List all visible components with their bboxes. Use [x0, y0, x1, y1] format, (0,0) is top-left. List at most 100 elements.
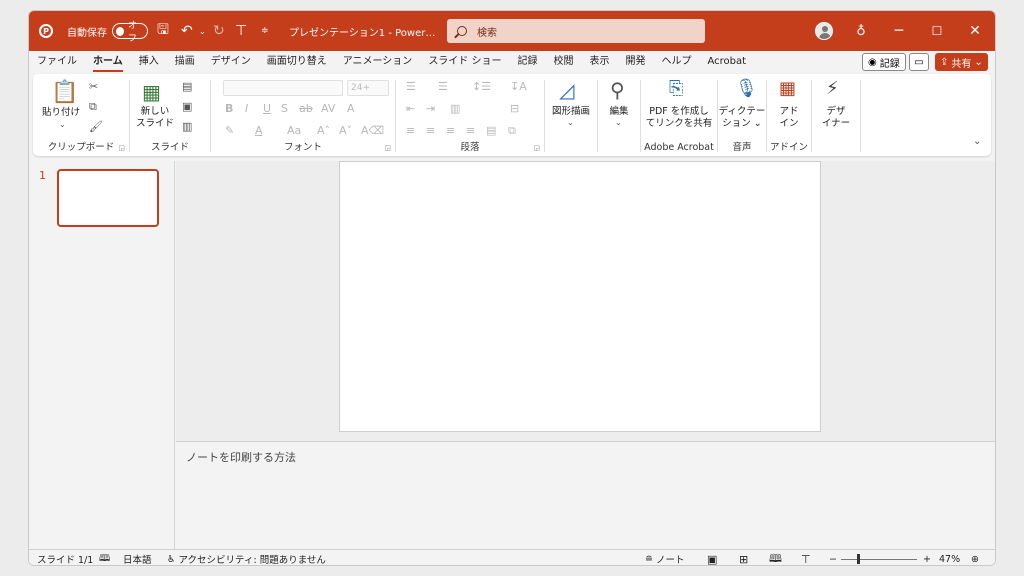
line-spacing-icon[interactable]: ↕☰	[472, 80, 491, 93]
language-indicator[interactable]: 日本語	[123, 552, 152, 565]
strikethrough-icon[interactable]: ab	[299, 102, 313, 115]
maximize-button[interactable]: ☐	[919, 11, 955, 51]
tab-view[interactable]: 表示	[582, 51, 618, 73]
increase-indent-icon[interactable]: ⇥	[426, 102, 435, 115]
highlight-icon[interactable]: ✎	[225, 124, 234, 137]
close-button[interactable]: ✕	[957, 11, 993, 51]
tab-review[interactable]: 校閲	[546, 51, 582, 73]
align-right-icon[interactable]: ≡	[446, 124, 455, 137]
notes-toggle[interactable]: ≘ ノート	[645, 552, 684, 566]
increase-font-icon[interactable]: A˄	[317, 124, 330, 137]
tab-file[interactable]: ファイル	[29, 51, 85, 73]
zoom-out-button[interactable]: −	[829, 552, 837, 565]
decrease-indent-icon[interactable]: ⇤	[406, 102, 415, 115]
fit-to-window-icon[interactable]: ⊕	[971, 552, 979, 565]
tab-draw[interactable]: 描画	[167, 51, 203, 73]
align-left-icon[interactable]: ≡	[406, 124, 415, 137]
slide-thumbnail[interactable]	[57, 169, 159, 227]
slide-canvas[interactable]	[339, 161, 821, 432]
edit-dropdown-icon[interactable]: ⌄	[615, 118, 622, 127]
addins-icon[interactable]: ▦	[779, 78, 796, 99]
document-title[interactable]: プレゼンテーション1 - Power…	[289, 11, 435, 51]
shapes-button[interactable]: 図形描画	[545, 106, 597, 118]
change-case-icon[interactable]: A	[347, 102, 355, 115]
columns-icon[interactable]: ▥	[450, 102, 460, 115]
accessibility-indicator[interactable]: ♿ アクセシビリティ: 問題ありません	[167, 552, 326, 566]
account-avatar[interactable]	[815, 22, 833, 40]
font-name-combo[interactable]	[223, 80, 343, 96]
designer-button[interactable]: デザ イナー	[812, 106, 860, 130]
tab-slideshow[interactable]: スライド ショー	[420, 51, 509, 73]
new-slide-icon[interactable]: ▦	[142, 80, 161, 104]
create-pdf-button[interactable]: PDF を作成し てリンクを共有	[641, 106, 717, 130]
decrease-font-icon[interactable]: A˅	[339, 124, 352, 137]
font-expander-icon[interactable]: ◲	[384, 144, 391, 152]
record-button[interactable]: ◉ 記録	[862, 53, 906, 71]
tab-acrobat[interactable]: Acrobat	[700, 51, 755, 73]
clear-formatting-icon[interactable]: A⌫	[361, 124, 384, 137]
search-box[interactable]: 検索	[447, 19, 705, 43]
designer-icon[interactable]: ⚡	[826, 78, 839, 99]
lightbulb-icon[interactable]: ♁	[843, 11, 879, 51]
section-icon[interactable]: ▥	[182, 120, 192, 133]
zoom-slider-track[interactable]	[841, 559, 917, 560]
pdf-share-icon[interactable]: ⎘	[669, 78, 683, 99]
new-slide-button[interactable]: 新しい スライド	[132, 106, 178, 130]
slide-indicator[interactable]: スライド 1/1	[37, 552, 93, 565]
tab-help[interactable]: ヘルプ	[654, 51, 700, 73]
tab-insert[interactable]: 挿入	[131, 51, 167, 73]
collapse-ribbon-icon[interactable]: ⌄	[973, 136, 981, 147]
edit-button[interactable]: 編集	[598, 106, 640, 118]
normal-view-icon[interactable]: ▣	[707, 552, 717, 566]
zoom-in-button[interactable]: +	[923, 552, 931, 565]
justify-icon[interactable]: ≡	[466, 124, 475, 137]
smartart-icon[interactable]: ⧉	[508, 124, 516, 138]
format-painter-icon[interactable]: 🖌	[89, 120, 103, 133]
find-icon[interactable]: ⚲	[610, 78, 625, 102]
font-color-icon[interactable]: A	[255, 124, 263, 137]
notes-pane[interactable]: ノートを印刷する方法	[176, 441, 995, 549]
shapes-dropdown-icon[interactable]: ⌄	[567, 118, 574, 127]
reset-icon[interactable]: ▣	[182, 100, 192, 113]
distribute-icon[interactable]: ▤	[486, 124, 496, 137]
layout-icon[interactable]: ▤	[182, 80, 192, 93]
paste-dropdown-icon[interactable]: ⌄	[59, 120, 66, 129]
undo-dropdown-icon[interactable]: ⌄	[199, 11, 206, 51]
copy-icon[interactable]: ⧉	[89, 100, 97, 114]
cut-icon[interactable]: ✂	[89, 80, 98, 93]
redo-icon[interactable]: ↻	[213, 11, 225, 51]
underline-icon[interactable]: U	[263, 102, 271, 115]
bullets-icon[interactable]: ☰	[406, 80, 416, 93]
zoom-slider-thumb[interactable]	[857, 554, 860, 564]
paste-icon[interactable]: 📋	[51, 80, 78, 105]
undo-icon[interactable]: ↶	[181, 11, 193, 51]
text-direction-icon[interactable]: ↧A	[510, 80, 527, 93]
microphone-icon[interactable]: 🎙	[735, 78, 758, 99]
align-center-icon[interactable]: ≡	[426, 124, 435, 137]
tab-developer[interactable]: 開発	[618, 51, 654, 73]
font-case-icon[interactable]: Aa	[287, 124, 301, 137]
tab-design[interactable]: デザイン	[203, 51, 259, 73]
start-slideshow-icon[interactable]: ⊤	[235, 11, 247, 51]
bold-icon[interactable]: B	[225, 102, 233, 115]
zoom-level[interactable]: 47%	[939, 552, 960, 565]
numbering-icon[interactable]: ☰	[438, 80, 448, 93]
customize-quick-access-icon[interactable]: ≑	[261, 11, 269, 51]
save-icon[interactable]: 🖫	[157, 11, 169, 51]
tab-record[interactable]: 記録	[510, 51, 546, 73]
character-spacing-icon[interactable]: AV	[321, 102, 335, 115]
addins-button[interactable]: アド イン	[767, 106, 811, 130]
shapes-icon[interactable]: ◿	[559, 78, 574, 102]
paragraph-expander-icon[interactable]: ◲	[533, 144, 540, 152]
autosave-toggle[interactable]: オフ	[112, 11, 148, 51]
slide-sorter-icon[interactable]: ⊞	[739, 552, 748, 566]
spelling-icon[interactable]: 🕮	[99, 552, 110, 565]
minimize-button[interactable]: ─	[881, 11, 917, 51]
dictate-button[interactable]: ディクテー ション ⌄	[718, 106, 766, 130]
tab-transitions[interactable]: 画面切り替え	[259, 51, 335, 73]
tab-home[interactable]: ホーム	[85, 51, 131, 73]
slideshow-view-icon[interactable]: ⊤	[801, 552, 811, 566]
shadow-icon[interactable]: S	[281, 102, 288, 115]
tab-animations[interactable]: アニメーション	[335, 51, 421, 73]
reading-view-icon[interactable]: 🕮	[769, 552, 782, 565]
